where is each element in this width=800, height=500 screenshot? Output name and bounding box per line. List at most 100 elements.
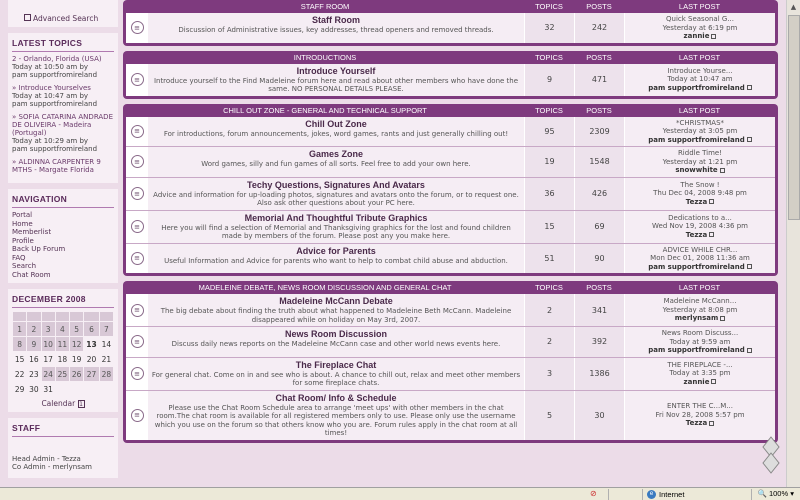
calendar-day[interactable]: 19 (68, 351, 85, 367)
nav-link[interactable]: Chat Room (12, 271, 114, 280)
last-post-author-name[interactable]: Tezza (686, 419, 707, 427)
forum-title-link[interactable]: Chat Room/ Info & Schedule (151, 393, 521, 403)
goto-last-post-icon[interactable] (709, 232, 715, 238)
forum-title-link[interactable]: Techy Questions, Signatures And Avatars (151, 180, 521, 190)
nav-link[interactable]: Home (12, 220, 114, 229)
nav-link[interactable]: FAQ (12, 254, 114, 263)
last-post-author[interactable]: pam supportfromireland (627, 263, 773, 272)
last-post-author[interactable]: merlynsam (627, 314, 773, 323)
last-post-author[interactable]: Tezza (627, 419, 773, 428)
calendar-day[interactable]: 29 (11, 381, 28, 397)
last-post-author-name[interactable]: pam supportfromireland (648, 263, 745, 271)
calendar-day[interactable]: 27 (83, 366, 100, 382)
advanced-search-link[interactable]: Advanced Search (12, 14, 114, 23)
scrollbar[interactable]: ▲ (786, 0, 800, 487)
latest-topic-item[interactable]: » ALDINNA CARPENTER 9 MTHS - Margate Flo… (12, 158, 114, 174)
category-title[interactable]: INTRODUCTIONS (126, 53, 524, 62)
last-post-author-name[interactable]: merlynsam (675, 314, 719, 322)
scroll-up-arrow[interactable]: ▲ (787, 0, 800, 14)
last-post-author-name[interactable]: pam supportfromireland (648, 346, 745, 354)
last-post-author-name[interactable]: Tezza (686, 231, 707, 239)
latest-topic-item[interactable]: 2 - Orlando, Florida (USA) Today at 10:50… (12, 55, 114, 79)
calendar-day[interactable]: 8 (11, 336, 28, 352)
nav-link[interactable]: Search (12, 262, 114, 271)
calendar-day[interactable]: 4 (54, 321, 71, 337)
goto-last-post-icon[interactable] (719, 167, 725, 173)
calendar-day[interactable]: 12 (68, 336, 85, 352)
calendar-day[interactable]: 24 (40, 366, 56, 382)
calendar-day[interactable]: 11 (54, 336, 71, 352)
last-post-author-name[interactable]: pam supportfromireland (648, 84, 745, 92)
last-post-title[interactable]: Introduce Yourse... (627, 67, 773, 76)
calendar-day[interactable]: 2 (26, 321, 42, 337)
last-post-title[interactable]: ADVICE WHILE CHR... (627, 246, 773, 255)
latest-topic-user[interactable]: pam supportfromireland (12, 71, 114, 79)
last-post-title[interactable]: ENTER THE C...M... (627, 402, 773, 411)
zoom-level[interactable]: 🔍 100% ▾ (750, 488, 800, 500)
calendar-day[interactable]: 18 (54, 351, 71, 367)
calendar-day[interactable]: 1 (11, 321, 28, 337)
forum-title-link[interactable]: Memorial And Thoughtful Tribute Graphics (151, 213, 521, 223)
calendar-day[interactable]: 16 (26, 351, 42, 367)
last-post-author-name[interactable]: Tezza (686, 198, 707, 206)
calendar-day[interactable]: 20 (83, 351, 100, 367)
last-post-author-name[interactable]: snowwhite (675, 166, 717, 174)
latest-topic-user[interactable]: pam supportfromireland (12, 100, 114, 108)
last-post-title[interactable]: The Snow ! (627, 181, 773, 190)
latest-topic-title[interactable]: 2 - Orlando, Florida (USA) (12, 55, 114, 63)
calendar-day[interactable]: 7 (98, 321, 115, 337)
last-post-title[interactable]: THE FIREPLACE -... (627, 361, 773, 370)
calendar-day[interactable]: 22 (11, 366, 28, 382)
calendar-day[interactable]: 9 (26, 336, 42, 352)
latest-topic-item[interactable]: » Introduce Yourselves Today at 10:47 am … (12, 84, 114, 108)
last-post-author-name[interactable]: zannie (684, 378, 710, 386)
calendar-day[interactable]: 10 (40, 336, 56, 352)
goto-last-post-icon[interactable] (746, 264, 752, 269)
last-post-title[interactable]: Riddle Time! (627, 149, 773, 158)
forum-title-link[interactable]: Advice for Parents (151, 246, 521, 256)
last-post-author[interactable]: zannie (627, 378, 773, 387)
last-post-author[interactable]: pam supportfromireland (627, 84, 773, 93)
calendar-day[interactable]: 17 (40, 351, 56, 367)
calendar-day[interactable]: 31 (40, 381, 56, 397)
category-title[interactable]: MADELEINE DEBATE, NEWS ROOM DISCUSSION A… (126, 283, 524, 292)
calendar-day[interactable]: 14 (98, 336, 115, 352)
goto-last-post-icon[interactable] (709, 420, 715, 426)
forum-title-link[interactable]: Staff Room (151, 15, 521, 25)
last-post-title[interactable]: Quick Seasonal G... (627, 15, 773, 24)
goto-last-post-icon[interactable] (711, 33, 717, 39)
last-post-author[interactable]: pam supportfromireland (627, 346, 773, 355)
latest-topic-user[interactable]: pam supportfromireland (12, 145, 114, 153)
goto-last-post-icon[interactable] (746, 137, 752, 142)
forum-title-link[interactable]: Madeleine McCann Debate (151, 296, 521, 306)
calendar-day[interactable]: 26 (68, 366, 85, 382)
last-post-author-name[interactable]: zannie (684, 32, 710, 40)
goto-last-post-icon[interactable] (746, 347, 752, 353)
calendar-day[interactable]: 3 (40, 321, 56, 337)
latest-topic-title[interactable]: » ALDINNA CARPENTER 9 MTHS - Margate Flo… (12, 158, 114, 174)
calendar-day[interactable]: 21 (98, 351, 115, 367)
nav-link[interactable]: Memberlist (12, 228, 114, 237)
calendar-day[interactable]: 13 (83, 336, 100, 352)
forum-title-link[interactable]: Introduce Yourself (151, 66, 521, 76)
calendar-day[interactable]: 25 (54, 366, 71, 382)
goto-last-post-icon[interactable] (711, 379, 717, 385)
last-post-title[interactable]: Madeleine McCann... (627, 297, 773, 306)
scroll-thumb[interactable] (788, 15, 800, 220)
category-title[interactable]: STAFF ROOM (126, 2, 524, 11)
calendar-day[interactable]: 30 (26, 381, 42, 397)
nav-link[interactable]: Profile (12, 237, 114, 246)
popup-blocker-icon[interactable]: ⊘ (590, 489, 602, 500)
last-post-author[interactable]: Tezza (627, 198, 773, 207)
calendar-link[interactable]: Calendar 1 (12, 399, 114, 408)
last-post-title[interactable]: News Room Discuss... (627, 329, 773, 338)
calendar-day[interactable]: 28 (98, 366, 115, 382)
goto-last-post-icon[interactable] (709, 199, 715, 205)
last-post-author[interactable]: snowwhite (627, 166, 773, 175)
calendar-day[interactable]: 23 (26, 366, 42, 382)
category-title[interactable]: CHILL OUT ZONE - GENERAL AND TECHNICAL S… (126, 106, 524, 115)
goto-last-post-icon[interactable] (746, 85, 752, 91)
calendar-day[interactable]: 6 (83, 321, 100, 337)
last-post-author[interactable]: zannie (627, 32, 773, 41)
last-post-title[interactable]: Dedications to a... (627, 214, 773, 223)
